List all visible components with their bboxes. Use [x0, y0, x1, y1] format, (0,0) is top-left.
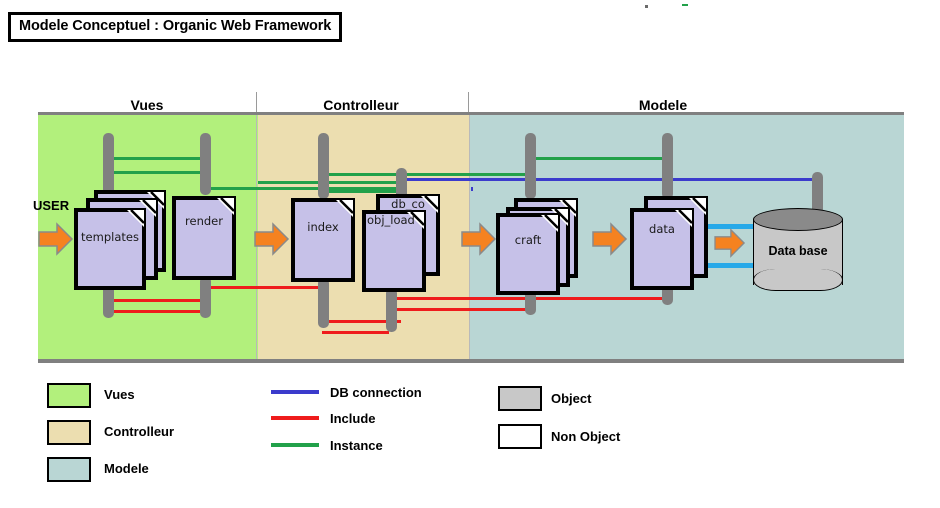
instance-line-1 — [107, 157, 206, 160]
legend-line-instance — [271, 443, 319, 447]
legend-label-include: Include — [330, 411, 376, 426]
doc-sheet-front — [172, 196, 236, 280]
legend-label-vues: Vues — [104, 387, 135, 402]
rod-index-bottom — [318, 278, 329, 328]
include-line-5 — [322, 331, 389, 334]
instance-line-6 — [322, 190, 401, 193]
node-craft[interactable]: craft — [496, 198, 578, 296]
legend-label-modele: Modele — [104, 461, 149, 476]
arrow-user-to-templates — [38, 222, 74, 256]
include-line-3 — [203, 286, 322, 289]
band-bottom-rule — [38, 359, 904, 363]
fold-corner-icon — [217, 198, 234, 215]
header-divider-1 — [256, 92, 257, 114]
header-divider-2 — [468, 92, 469, 114]
doc-sheet-front — [74, 208, 146, 290]
db-connection-artifact — [471, 187, 473, 191]
fold-corner-icon — [541, 215, 558, 232]
include-line-2 — [107, 310, 206, 313]
database-label: Data base — [768, 244, 828, 258]
instance-line-7 — [529, 157, 666, 160]
page-title: Modele Conceptuel : Organic Web Framewor… — [8, 12, 343, 42]
legend-swatch-modele — [47, 457, 91, 482]
legend-label-controlleur: Controlleur — [104, 424, 175, 439]
legend-swatch-object — [498, 386, 542, 411]
doc-sheet-front — [630, 208, 694, 290]
artifact-dot-2 — [682, 4, 688, 6]
doc-sheet-front — [291, 198, 355, 282]
column-header-vues: Vues — [130, 97, 164, 113]
user-label: USER — [33, 198, 70, 213]
node-render[interactable]: render — [172, 196, 236, 280]
arrow-vues-to-controlleur — [254, 222, 290, 256]
artifact-dot-1 — [645, 5, 648, 8]
doc-sheet-obj-load — [362, 210, 426, 292]
legend-swatch-controlleur — [47, 420, 91, 445]
instance-line-4 — [322, 173, 529, 176]
include-line-9 — [470, 308, 530, 311]
legend-label-instance: Instance — [330, 438, 383, 453]
node-data[interactable]: data — [630, 196, 708, 290]
database-bottom-ellipse — [753, 269, 843, 291]
arrow-data-to-database — [714, 228, 746, 258]
include-line-1 — [107, 299, 206, 302]
column-header-modele: Modele — [638, 97, 688, 113]
legend-label-db-connection: DB connection — [330, 385, 422, 400]
rod-render-bottom — [200, 276, 211, 318]
legend-line-include — [271, 416, 319, 420]
legend-swatch-non-object — [498, 424, 542, 449]
doc-sheet-front — [496, 213, 560, 295]
database-top-ellipse — [753, 208, 843, 231]
rod-data-top — [662, 133, 673, 199]
rod-objload-bottom — [386, 288, 397, 332]
fold-corner-icon — [336, 200, 353, 217]
rod-craft-top — [525, 133, 536, 199]
legend-swatch-vues — [47, 383, 91, 408]
legend-line-db-connection — [271, 390, 319, 394]
legend-label-non-object: Non Object — [551, 429, 621, 444]
column-header-controlleur: Controlleur — [323, 97, 399, 113]
node-db-co-obj-load[interactable]: db_co obj_load — [362, 194, 440, 292]
rod-render-top — [200, 133, 211, 195]
arrow-craft-to-data — [592, 222, 628, 256]
include-line-8 — [470, 297, 530, 300]
database-cylinder[interactable]: Data base — [753, 208, 843, 291]
fold-corner-icon — [127, 210, 144, 227]
instance-line-2 — [107, 171, 206, 174]
db-connection-line — [400, 178, 820, 181]
rod-index-top — [318, 133, 329, 199]
arrow-controlleur-to-modele — [461, 222, 497, 256]
diagram-canvas: Modele Conceptuel : Organic Web Framewor… — [0, 0, 940, 508]
legend-label-object: Object — [551, 391, 592, 406]
fold-corner-icon — [407, 212, 424, 229]
fold-corner-icon — [675, 210, 692, 227]
instance-line-5 — [258, 181, 401, 184]
node-index[interactable]: index — [291, 198, 355, 282]
node-templates[interactable]: templates — [74, 190, 166, 290]
